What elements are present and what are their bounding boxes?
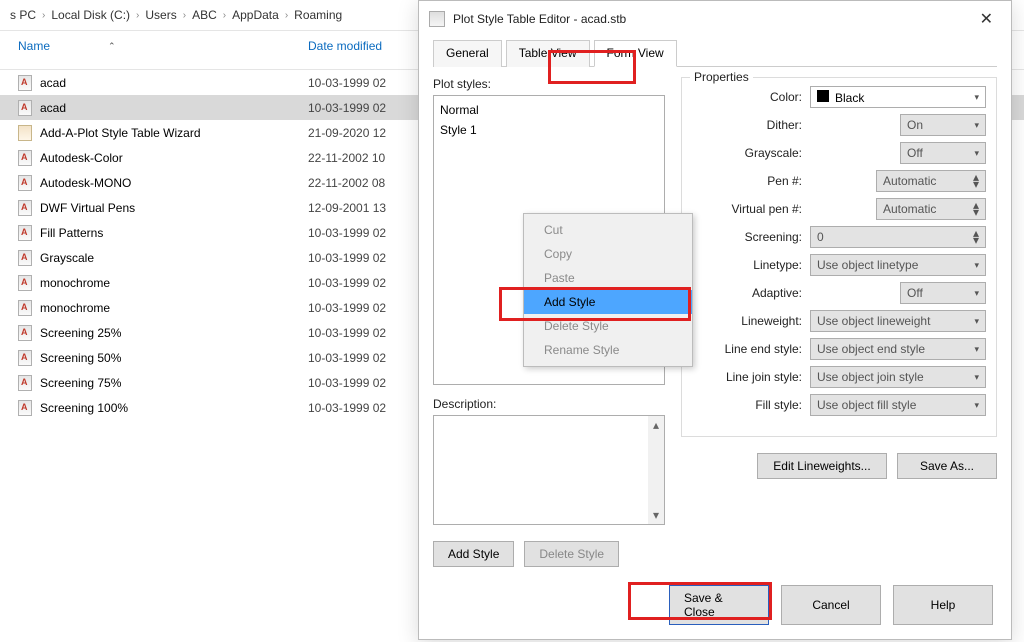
stb-file-icon <box>18 350 32 366</box>
file-name: Screening 75% <box>40 376 121 390</box>
stb-file-icon <box>18 150 32 166</box>
tab-strip: GeneralTable ViewForm View <box>433 39 997 67</box>
virtual-pen-spinner[interactable]: Automatic▴▾ <box>876 198 986 220</box>
edit-lineweights-button[interactable]: Edit Lineweights... <box>757 453 887 479</box>
context-menu-delete-style: Delete Style <box>524 314 692 338</box>
chevron-right-icon: › <box>183 10 186 21</box>
line-join-style-combo[interactable]: Use object join style▾ <box>810 366 986 388</box>
dialog-title: Plot Style Table Editor - acad.stb <box>453 12 626 26</box>
dialog-icon <box>429 11 445 27</box>
plot-style-editor-dialog: Plot Style Table Editor - acad.stb ✕ Gen… <box>418 0 1012 640</box>
plot-style-item[interactable]: Normal <box>440 100 658 120</box>
file-name: Screening 25% <box>40 326 121 340</box>
delete-style-button[interactable]: Delete Style <box>524 541 619 567</box>
file-name: Autodesk-Color <box>40 151 123 165</box>
description-label: Description: <box>433 397 665 411</box>
stb-file-icon <box>18 375 32 391</box>
stb-file-icon <box>18 225 32 241</box>
screening-spinner[interactable]: 0▴▾ <box>810 226 986 248</box>
save-as-button[interactable]: Save As... <box>897 453 997 479</box>
stb-file-icon <box>18 75 32 91</box>
breadcrumb-segment[interactable]: AppData <box>232 8 279 22</box>
plot-styles-label: Plot styles: <box>433 77 665 91</box>
cancel-button[interactable]: Cancel <box>781 585 881 625</box>
file-name: acad <box>40 101 66 115</box>
help-button[interactable]: Help <box>893 585 993 625</box>
close-icon[interactable]: ✕ <box>974 7 999 31</box>
fill-style-combo[interactable]: Use object fill style▾ <box>810 394 986 416</box>
line-end-style-combo[interactable]: Use object end style▾ <box>810 338 986 360</box>
stb-file-icon <box>18 175 32 191</box>
stb-file-icon <box>18 100 32 116</box>
context-menu[interactable]: CutCopyPasteAdd StyleDelete StyleRename … <box>523 213 693 367</box>
tab-form-view[interactable]: Form View <box>594 40 677 67</box>
file-name: monochrome <box>40 301 110 315</box>
file-name: DWF Virtual Pens <box>40 201 135 215</box>
column-name-header[interactable]: Name ⌃ <box>18 39 308 53</box>
plot-style-item[interactable]: Style 1 <box>440 120 658 140</box>
description-textarea[interactable]: ▴▾ <box>433 415 665 525</box>
breadcrumb-segment[interactable]: Local Disk (C:) <box>51 8 130 22</box>
chevron-right-icon: › <box>136 10 139 21</box>
breadcrumb-segment[interactable]: s PC <box>10 8 36 22</box>
adaptive-combo[interactable]: Off▾ <box>900 282 986 304</box>
properties-legend: Properties <box>690 70 753 84</box>
context-menu-paste: Paste <box>524 266 692 290</box>
color-combo[interactable]: Black▾ <box>810 86 986 108</box>
context-menu-copy: Copy <box>524 242 692 266</box>
sort-indicator: ⌃ <box>108 41 116 52</box>
breadcrumb-segment[interactable]: Roaming <box>294 8 342 22</box>
stb-file-icon <box>18 200 32 216</box>
stb-file-icon <box>18 250 32 266</box>
file-name: Add-A-Plot Style Table Wizard <box>40 126 201 140</box>
tab-general[interactable]: General <box>433 40 502 67</box>
file-name: monochrome <box>40 276 110 290</box>
context-menu-add-style[interactable]: Add Style <box>524 290 692 314</box>
stb-file-icon <box>18 400 32 416</box>
file-name: Screening 100% <box>40 401 128 415</box>
stb-file-icon <box>18 275 32 291</box>
dither-combo[interactable]: On▾ <box>900 114 986 136</box>
breadcrumb-segment[interactable]: ABC <box>192 8 217 22</box>
context-menu-rename-style: Rename Style <box>524 338 692 362</box>
context-menu-cut: Cut <box>524 218 692 242</box>
file-name: Grayscale <box>40 251 94 265</box>
grayscale-combo[interactable]: Off▾ <box>900 142 986 164</box>
stb-file-icon <box>18 300 32 316</box>
chevron-right-icon: › <box>285 10 288 21</box>
save-close-button[interactable]: Save & Close <box>669 585 769 625</box>
chevron-right-icon: › <box>42 10 45 21</box>
wizard-file-icon <box>18 125 32 141</box>
breadcrumb-segment[interactable]: Users <box>145 8 176 22</box>
tab-table-view[interactable]: Table View <box>506 40 590 67</box>
add-style-button[interactable]: Add Style <box>433 541 514 567</box>
pen-spinner[interactable]: Automatic▴▾ <box>876 170 986 192</box>
file-name: Autodesk-MONO <box>40 176 131 190</box>
linetype-combo[interactable]: Use object linetype▾ <box>810 254 986 276</box>
stb-file-icon <box>18 325 32 341</box>
lineweight-combo[interactable]: Use object lineweight▾ <box>810 310 986 332</box>
file-name: Screening 50% <box>40 351 121 365</box>
properties-group: Properties Color: Black▾ Dither: On▾ Gra… <box>681 77 997 437</box>
file-name: Fill Patterns <box>40 226 103 240</box>
chevron-right-icon: › <box>223 10 226 21</box>
scrollbar[interactable]: ▴▾ <box>648 416 664 524</box>
file-name: acad <box>40 76 66 90</box>
dialog-titlebar[interactable]: Plot Style Table Editor - acad.stb ✕ <box>419 1 1011 39</box>
